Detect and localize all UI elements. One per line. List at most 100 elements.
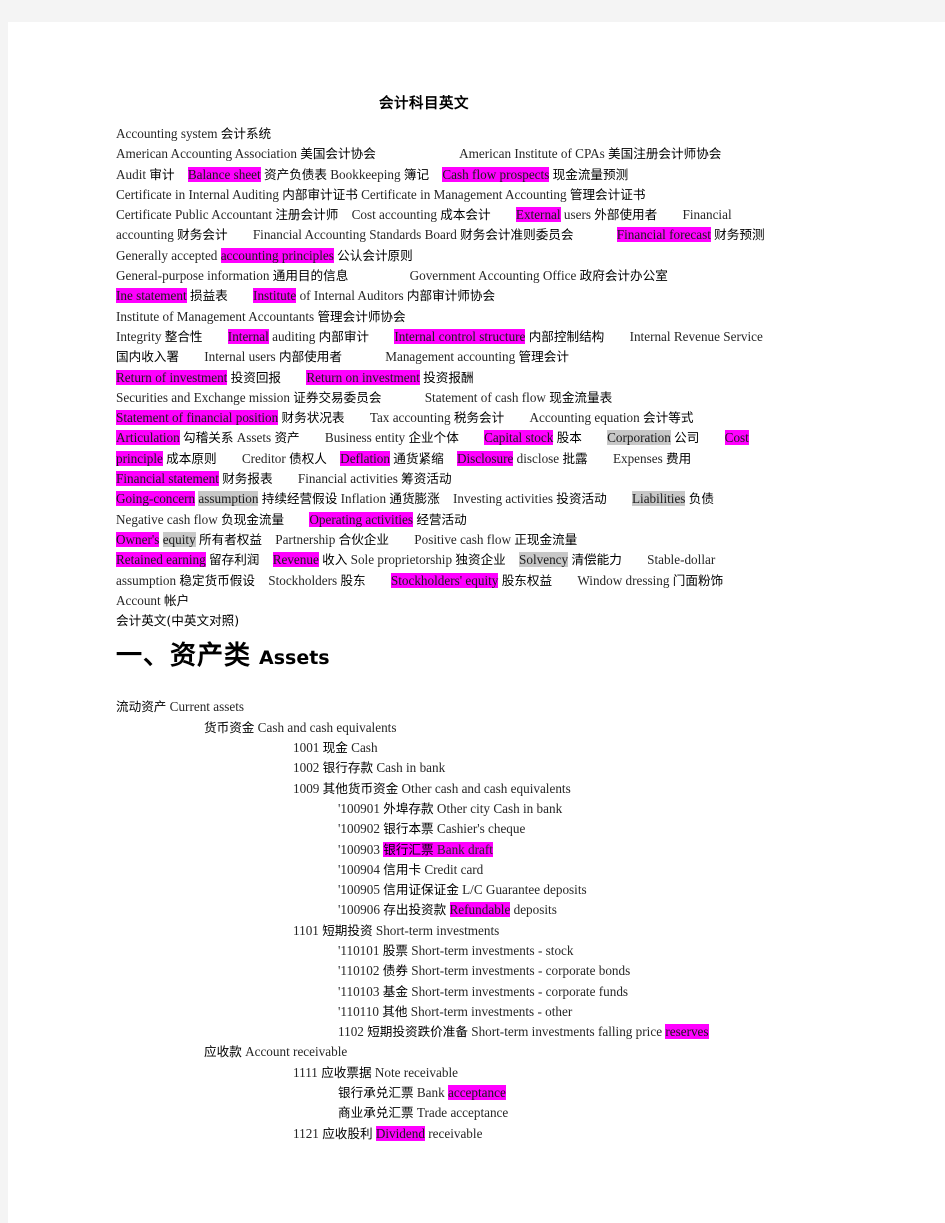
- account-name-en: Short-term investments - corporate funds: [411, 983, 629, 999]
- account-row: '100901 外埠存款 Other city Cash in bank: [8, 799, 945, 819]
- account-name-cn: 信用证保证金: [383, 882, 459, 898]
- account-name-en-highlighted-tail: acceptance: [448, 1085, 506, 1101]
- glossary-line: American Accounting Association 美国会计协会 A…: [116, 144, 940, 164]
- glossary-term: General-purpose information: [116, 268, 270, 284]
- account-row: '100905 信用证保证金 L/C Guarantee deposits: [8, 880, 945, 900]
- account-name-cn: 应收股利: [322, 1125, 373, 1141]
- account-name-en: Short-term investments - other: [410, 1003, 573, 1019]
- account-name: 短期投资 Short-term investments: [322, 923, 499, 938]
- account-row: '110110 其他 Short-term investments - othe…: [8, 1002, 945, 1022]
- glossary-term-highlighted: Owner's: [116, 531, 160, 547]
- glossary-term: American Institute of CPAs: [459, 146, 605, 162]
- glossary-term: 批露: [562, 450, 588, 466]
- glossary-term: Accounting system: [116, 126, 218, 141]
- glossary-term: 簿记: [403, 166, 430, 182]
- glossary-term: 审计: [149, 166, 175, 182]
- glossary-term: 现金流量表: [549, 389, 613, 405]
- glossary-term: 债权人: [289, 450, 327, 466]
- account-code: 1102: [338, 1024, 364, 1040]
- glossary-term: 股本: [556, 430, 582, 446]
- glossary-term-highlighted: principle: [116, 450, 163, 466]
- account-name-cn: 股票: [382, 942, 408, 958]
- account-name-cn: 短期投资跌价准备: [367, 1024, 468, 1040]
- glossary-line: Statement of financial position 财务状况表 Ta…: [116, 408, 940, 428]
- account-name-cn: 其他: [382, 1003, 408, 1019]
- section-heading-cn: 一、资产类: [116, 641, 252, 672]
- glossary-term-highlighted: accounting principles: [220, 247, 334, 263]
- account-code: 1002: [293, 760, 320, 776]
- account-row: '100904 信用卡 Credit card: [8, 860, 945, 880]
- glossary-term-highlighted: assumption: [198, 491, 259, 507]
- account-name: 其他 Short-term investments - other: [382, 1004, 572, 1019]
- glossary-term: 管理会计: [518, 349, 569, 365]
- account-name-en: Cashier's cheque: [436, 821, 526, 837]
- account-name-cn: 货币资金: [204, 719, 255, 735]
- glossary-term: 清偿能力: [571, 552, 622, 568]
- glossary-line: Return of investment 投资回报 Return on inve…: [116, 368, 940, 388]
- account-row: '100902 银行本票 Cashier's cheque: [8, 819, 945, 839]
- glossary-term: 内部使用者: [278, 349, 342, 365]
- account-name: 其他货币资金 Other cash and cash equivalents: [323, 781, 571, 796]
- glossary-term-highlighted: Balance sheet: [187, 166, 261, 182]
- glossary-term-highlighted: Ine statement: [116, 288, 187, 304]
- account-name: 信用卡 Credit card: [383, 862, 483, 877]
- account-name-cn: 基金: [382, 983, 408, 999]
- account-name-en: Bank: [416, 1085, 445, 1101]
- glossary-term: 美国会计协会: [300, 146, 376, 162]
- glossary-term: Positive cash flow: [414, 531, 511, 547]
- account-name-cn: 应收票据: [321, 1064, 372, 1080]
- account-name: 外埠存款 Other city Cash in bank: [383, 801, 562, 816]
- account-name-cn: 银行承兑汇票: [338, 1085, 414, 1101]
- account-name: 商业承兑汇票 Trade acceptance: [338, 1105, 508, 1120]
- glossary-term-highlighted: Stockholders' equity: [390, 572, 499, 588]
- glossary-term: Bookkeeping: [330, 166, 401, 182]
- glossary-term: Statement of cash flow: [424, 389, 546, 405]
- glossary-term: Inflation: [340, 491, 387, 507]
- glossary-term-highlighted: Financial forecast: [616, 227, 711, 243]
- glossary-term: Institute of Management Accountants: [116, 308, 315, 324]
- glossary-line: assumption 稳定货币假设 Stockholders 股东 Stockh…: [116, 571, 940, 591]
- glossary-term-highlighted: Institute: [253, 288, 297, 304]
- glossary-term-highlighted: equity: [162, 531, 196, 547]
- glossary-term: Tax accounting: [369, 410, 451, 426]
- glossary-line: accounting 财务会计 Financial Accounting Sta…: [116, 225, 940, 245]
- account-name: 存出投资款 Refundable: [383, 902, 511, 918]
- account-code: 1101: [293, 922, 319, 938]
- glossary-term: 外部使用者: [594, 207, 658, 223]
- account-code: '100902: [338, 821, 380, 837]
- glossary-term: 投资报酬: [423, 369, 474, 385]
- account-name-cn: 现金: [322, 740, 348, 756]
- glossary-line: General-purpose information 通用目的信息 Gover…: [116, 266, 940, 286]
- account-name-cn: 银行存款: [322, 760, 374, 776]
- account-name-en: Note receivable: [374, 1064, 458, 1080]
- glossary-term-highlighted: Liabilities: [631, 491, 686, 507]
- glossary-term: 企业个体: [408, 430, 459, 446]
- glossary-term: Sole proprietorship: [350, 552, 453, 568]
- glossary-term-highlighted: Solvency: [519, 552, 569, 568]
- account-name-en: Short-term investments - corporate bonds: [411, 963, 631, 979]
- account-name: 债券 Short-term investments - corporate bo…: [383, 963, 631, 978]
- glossary-term: Internal users: [204, 349, 276, 365]
- glossary-term: accounting: [116, 227, 174, 243]
- account-name: 应收款 Account receivable: [204, 1044, 347, 1059]
- glossary-term: Internal Revenue Service: [629, 328, 763, 344]
- glossary-term: 整合性: [164, 328, 203, 344]
- glossary-term: Audit: [116, 166, 147, 182]
- glossary-line: Securities and Exchange mission 证券交易委员会 …: [116, 388, 940, 408]
- glossary-term: 勾稽关系: [183, 430, 234, 446]
- glossary-term: users: [563, 207, 591, 223]
- glossary-term-highlighted: Retained earning: [116, 552, 206, 568]
- glossary-term: assumption: [116, 572, 177, 588]
- glossary-term: Certificate Public Accountant: [116, 207, 273, 223]
- glossary-term: 会计系统: [220, 126, 272, 141]
- account-name-en: Short-term investments - stock: [411, 942, 574, 958]
- glossary-term: 损益表: [189, 288, 228, 304]
- account-name-en: Other cash and cash equivalents: [401, 780, 571, 796]
- glossary-term: 会计英文(中英文对照): [116, 613, 240, 629]
- glossary-term: 会计等式: [643, 410, 694, 426]
- glossary-term: 政府会计办公室: [579, 268, 668, 284]
- glossary-term: Financial Accounting Standards Board: [252, 227, 457, 243]
- glossary-term-highlighted: Capital stock: [484, 430, 554, 446]
- glossary-term: 正现金流量: [514, 531, 578, 547]
- glossary-term-highlighted: Corporation: [607, 430, 671, 446]
